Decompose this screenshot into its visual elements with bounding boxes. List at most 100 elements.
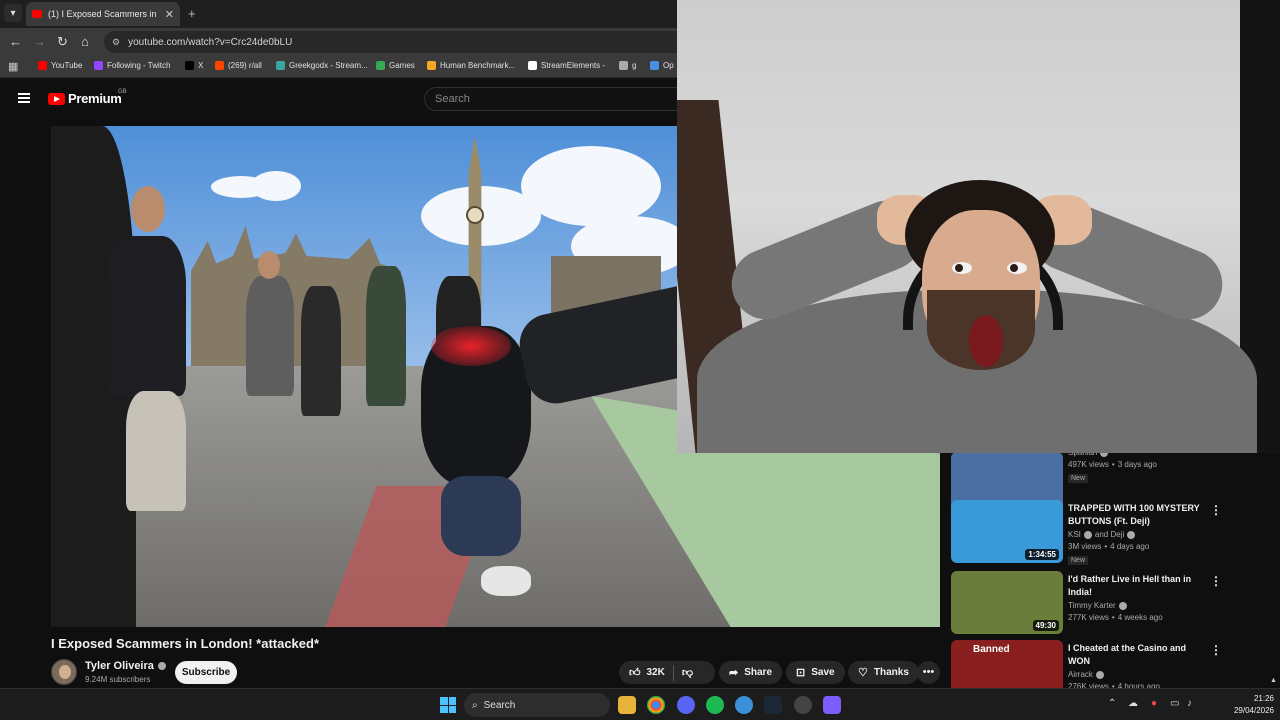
tab-close-icon[interactable]: ✕ [165,8,174,21]
bookmark-icon: ⊡ [796,667,806,679]
like-count[interactable]: 32K [647,667,665,678]
more-actions-button[interactable]: ••• [917,661,940,684]
thanks-button[interactable]: ♡ Thanks [848,661,919,684]
bookmark-favicon-icon [427,61,436,70]
recommendation-card[interactable]: 49:30 I'd Rather Live in Hell than in Ind… [951,571,1251,637]
recommendation-title[interactable]: TRAPPED WITH 100 MYSTERY BUTTONS (Ft. De… [1068,502,1206,527]
bookmark-label: StreamElements - [541,61,606,70]
active-tab[interactable]: (1) I Exposed Scammers in London ✕ [26,2,180,26]
recommendation-channel[interactable]: Airrack [1068,670,1104,679]
recommendation-channel[interactable]: Timmy Karter [1068,601,1127,610]
recommendation-channel[interactable]: KSI and Deji [1068,530,1136,539]
verified-icon [1095,670,1104,679]
obs-icon[interactable] [794,696,812,714]
taskbar-search[interactable]: ⌕ Search [464,693,610,717]
recommendation-title[interactable]: I'd Rather Live in Hell than in India! [1068,573,1206,598]
youtube-play-icon [48,92,65,105]
separator-dot: • [1104,542,1108,551]
bookmark-label: Op [663,61,674,70]
microphone-icon[interactable]: ● [1151,698,1157,709]
steam-icon[interactable] [764,696,782,714]
back-arrow-icon[interactable]: ← [9,34,22,49]
separator-dot: • [1111,460,1115,469]
windows-start-icon[interactable] [440,697,456,713]
video-person [366,266,406,406]
bookmark-item[interactable]: Human Benchmark... [427,61,515,70]
webcam-overlay [677,0,1280,453]
logo-text: Premium [68,91,122,106]
dislike-icon[interactable]: 👎︎ [682,666,693,679]
forward-arrow-icon[interactable]: → [33,34,46,49]
site-info-icon[interactable]: ⚙ [112,37,120,48]
bookmark-label: Human Benchmark... [440,61,516,70]
bookmark-favicon-icon [276,61,285,70]
file-explorer-icon[interactable] [618,696,636,714]
kebab-menu-icon[interactable]: ⋮ [1210,503,1222,517]
ccleaner-icon[interactable] [735,696,753,714]
tray-overflow-icon[interactable]: ⌃ [1108,698,1116,709]
recommendation-stats: 277K views • 4 weeks ago [1068,613,1163,622]
recommendation-title[interactable]: I Cheated at the Casino and WON [1068,642,1206,667]
kebab-menu-icon[interactable]: ⋮ [1210,574,1222,588]
onedrive-icon[interactable]: ☁ [1128,698,1138,709]
reload-icon[interactable]: ↻ [57,34,68,50]
upload-age: 4 weeks ago [1117,613,1163,622]
kebab-menu-icon[interactable]: ⋮ [1210,643,1222,657]
spotify-icon[interactable] [706,696,724,714]
bookmark-favicon-icon [38,61,47,70]
home-icon[interactable]: ⌂ [81,34,89,49]
like-icon[interactable]: 👍︎ [629,666,641,679]
new-tab-button[interactable]: + [188,6,196,21]
app-grid-icon[interactable] [823,696,841,714]
webcam-mouth [969,315,1003,367]
recommendation-thumbnail[interactable]: 49:30 [951,571,1063,634]
search-input[interactable]: Search [424,87,684,111]
bookmark-item[interactable]: YouTube [38,61,82,70]
menu-icon[interactable] [18,93,30,103]
video-person [301,286,341,416]
new-badge: New [1068,556,1089,565]
channel-name-text: Timmy Karter [1068,601,1116,610]
video-title: I Exposed Scammers in London! *attacked* [51,636,320,651]
bookmark-label: YouTube [51,61,83,70]
subscribe-button[interactable]: Subscribe [175,661,237,684]
bookmark-item[interactable]: Greekgodx - Stream... [276,61,368,70]
taskbar-time[interactable]: 21:26 [1226,694,1274,703]
share-button[interactable]: ➦ Share [719,661,783,684]
video-cloud [521,146,661,226]
webcam-eye [952,262,972,274]
view-count: 3M views [1068,542,1102,551]
save-button[interactable]: ⊡ Save [786,661,845,684]
channel-avatar[interactable] [51,659,77,685]
bookmark-item[interactable]: X [185,61,203,70]
taskbar-date[interactable]: 29/04/2026 [1210,706,1274,715]
share-icon: ➦ [729,667,739,679]
bookmark-item[interactable]: Games [376,61,415,70]
share-label: Share [744,667,773,678]
video-duration: 1:34:55 [1025,549,1059,560]
bookmark-item[interactable]: Following - Twitch [94,61,170,70]
tab-search-dropdown-icon[interactable]: ▾ [4,4,22,22]
bookmark-item[interactable]: StreamElements - [528,61,605,70]
bookmark-item[interactable]: Op [650,61,674,70]
video-person [246,276,294,396]
recommendation-card[interactable]: 1:34:55 TRAPPED WITH 100 MYSTERY BUTTONS … [951,500,1251,566]
bookmark-item[interactable]: (269) r/all [215,61,262,70]
separator-dot: • [1111,613,1115,622]
discord-icon[interactable] [677,696,695,714]
new-badge: New [1068,474,1089,483]
scroll-down-arrow-icon[interactable]: ▲ [1270,677,1277,684]
video-shoe [481,566,531,596]
volume-icon[interactable]: ♪ [1187,698,1192,709]
bookmark-item[interactable]: g [619,61,636,70]
bookmark-label: X [198,61,204,70]
chrome-icon[interactable] [647,696,665,714]
address-bar[interactable]: ⚙ youtube.com/watch?v=Crc24de0bLU [104,31,704,53]
network-icon[interactable]: ▭ [1170,698,1179,709]
apps-grid-icon[interactable]: ▦ [8,60,18,73]
search-icon: ⌕ [472,699,478,711]
channel-name[interactable]: Tyler Oliveira [85,660,166,672]
youtube-logo[interactable]: Premium [48,91,122,106]
channel-name-text: Airrack [1068,670,1093,679]
recommendation-thumbnail[interactable]: 1:34:55 [951,500,1063,563]
